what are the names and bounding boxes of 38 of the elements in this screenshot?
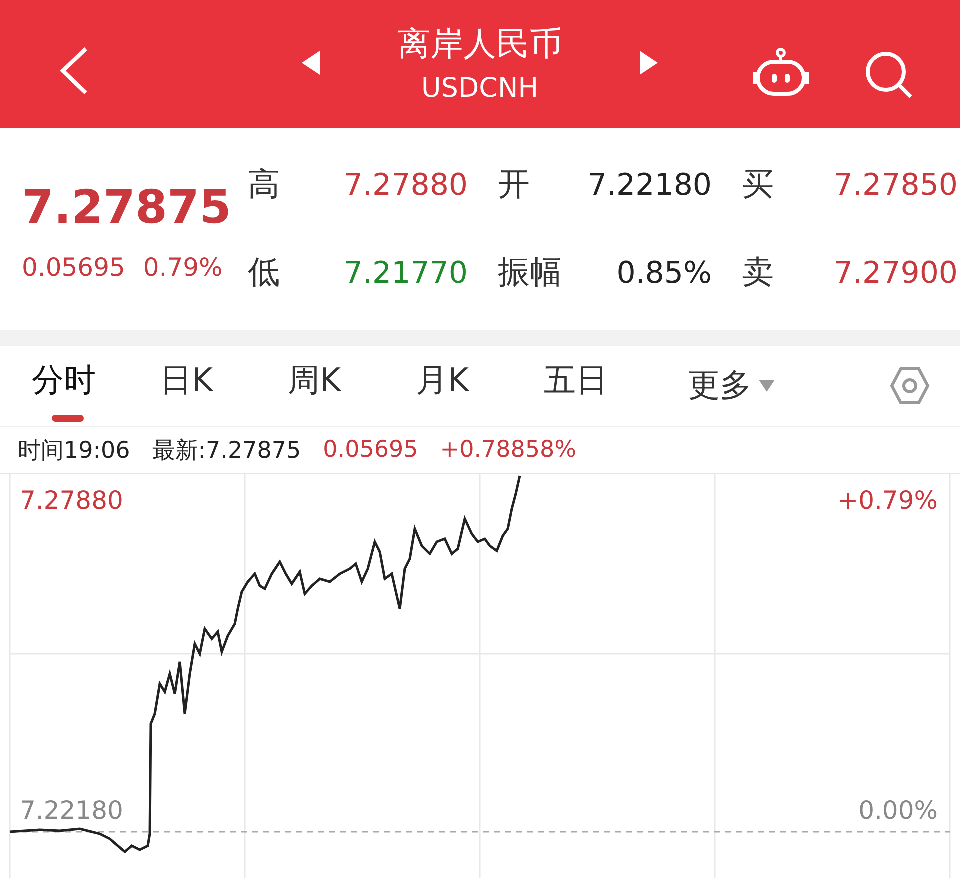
stat-label: 高 xyxy=(248,164,281,205)
chart-tab[interactable]: 周K xyxy=(288,348,416,424)
last-price: 7.27875 xyxy=(22,178,232,236)
next-icon[interactable] xyxy=(638,49,660,77)
percent-change: +0.78858% xyxy=(440,437,577,463)
stat-label: 买 xyxy=(741,164,775,205)
search-icon[interactable] xyxy=(864,50,914,100)
more-menu[interactable]: 更多 xyxy=(688,364,776,408)
stat-value: 7.21770 xyxy=(342,256,468,290)
caret-icon xyxy=(758,379,776,393)
axis-label: +0.79% xyxy=(838,486,938,515)
chart-tab[interactable]: 五日 xyxy=(544,348,672,424)
stat-label: 振幅 xyxy=(497,252,563,293)
stat-value: 7.27850 xyxy=(832,168,958,202)
percent-change: 0.79% xyxy=(143,252,223,282)
stat-value: 7.27880 xyxy=(342,168,468,202)
price-change: 0.05695 xyxy=(323,437,418,463)
chart-tab[interactable]: 月K xyxy=(416,348,544,424)
stat-value: 7.27900 xyxy=(832,256,958,290)
symbol-code: USDCNH xyxy=(421,73,539,104)
robot-icon[interactable] xyxy=(752,48,810,98)
stat-label: 低 xyxy=(248,252,281,293)
latest-price: 最新:7.27875 xyxy=(152,436,302,466)
stat-label: 开 xyxy=(497,164,531,205)
axis-label: 7.27880 xyxy=(20,486,124,515)
axis-label: 0.00% xyxy=(858,796,938,825)
stat-value: 0.85% xyxy=(616,256,712,290)
axis-label: 7.22180 xyxy=(20,796,124,825)
price-change: 0.05695 xyxy=(22,252,126,282)
stat-label: 卖 xyxy=(741,252,775,293)
chart-tab[interactable]: 日K xyxy=(160,348,288,424)
chart-tab[interactable]: 分时 xyxy=(32,348,160,424)
back-icon[interactable] xyxy=(58,46,90,96)
settings-icon[interactable] xyxy=(890,366,930,406)
stat-value: 7.22180 xyxy=(586,168,712,202)
page-title: 离岸人民币 xyxy=(398,23,562,65)
time-label: 时间19:06 xyxy=(18,436,130,466)
previous-icon[interactable] xyxy=(300,49,322,77)
